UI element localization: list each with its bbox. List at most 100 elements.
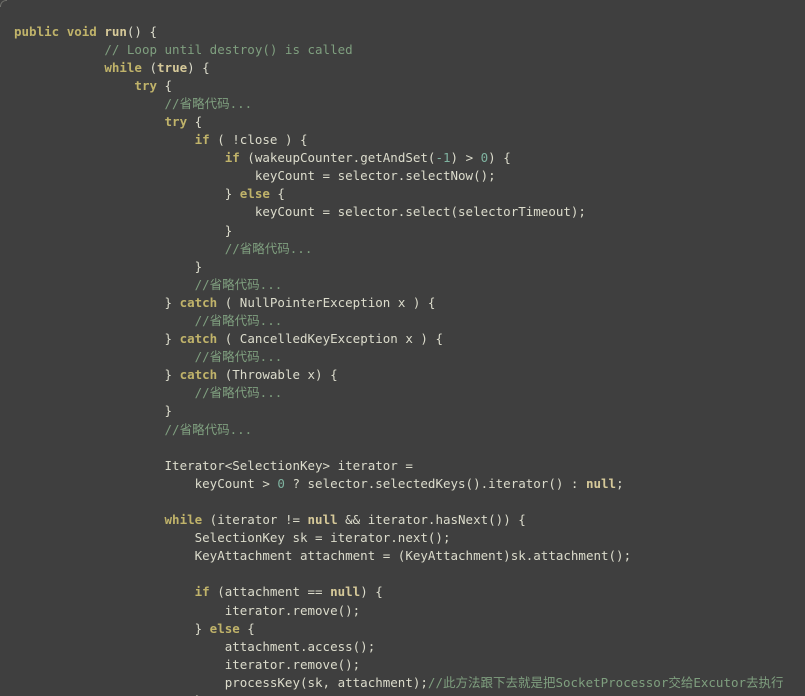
code-token-comment: //此方法跟下去就是把SocketProcessor交给Excutor去执行: [427, 674, 784, 690]
code-line: }: [14, 692, 805, 696]
code-line: } catch ( NullPointerException x ) {: [14, 294, 805, 312]
code-token-kw: try: [164, 113, 188, 129]
code-line: keyCount = selector.selectNow();: [14, 167, 805, 185]
code-token-plain: }: [14, 294, 180, 310]
code-line: } else {: [14, 185, 805, 203]
code-line: if (wakeupCounter.getAndSet(-1) > 0) {: [14, 149, 805, 167]
code-token-kw: while: [104, 59, 142, 75]
code-line: //省略代码...: [14, 348, 805, 366]
code-token-plain: keyCount >: [14, 475, 278, 491]
code-token-plain: (Throwable x) {: [217, 367, 338, 383]
code-token-comment: //省略代码...: [194, 385, 283, 401]
code-line: processKey(sk, attachment);//此方法跟下去就是把So…: [14, 674, 805, 692]
code-token-plain: }: [14, 367, 180, 383]
code-token-plain: }: [14, 331, 180, 347]
code-token-num: 0: [277, 475, 285, 491]
code-token-comment: // Loop until destroy() is called: [104, 41, 353, 57]
code-token-plain: ? selector.selectedKeys().iterator() :: [284, 475, 586, 491]
code-token-plain: KeyAttachment attachment = (KeyAttachmen…: [14, 548, 632, 564]
code-token-plain: () {: [126, 23, 158, 39]
code-token-plain: {: [269, 186, 285, 202]
code-line: KeyAttachment attachment = (KeyAttachmen…: [14, 547, 805, 565]
code-token-plain: processKey(sk, attachment);: [14, 674, 428, 690]
code-token-plain: iterator.remove();: [14, 656, 361, 672]
code-token-plain: {: [187, 113, 203, 129]
code-token-plain: ) >: [450, 150, 481, 166]
code-token-plain: ) {: [488, 150, 511, 166]
code-line: iterator.remove();: [14, 602, 805, 620]
code-token-plain: attachment.access();: [14, 638, 376, 654]
code-line: keyCount = selector.select(selectorTimeo…: [14, 203, 805, 221]
code-token-const: null: [585, 475, 617, 491]
code-token-plain: (: [141, 59, 158, 75]
code-line: } else {: [14, 620, 805, 638]
code-token-plain: ( NullPointerException x ) {: [217, 294, 436, 310]
code-token-plain: iterator.remove();: [14, 602, 361, 618]
code-token-kw: if: [194, 132, 210, 148]
code-line: // Loop until destroy() is called: [14, 41, 805, 59]
code-line: keyCount > 0 ? selector.selectedKeys().i…: [14, 475, 805, 493]
code-token-num: -1: [435, 150, 451, 166]
code-line: SelectionKey sk = iterator.next();: [14, 529, 805, 547]
code-token-kw: catch: [179, 367, 218, 383]
code-token-const: true: [157, 59, 188, 75]
code-token-plain: keyCount = selector.select(selectorTimeo…: [14, 204, 586, 220]
code-token-plain: SelectionKey sk = iterator.next();: [14, 530, 451, 546]
code-token-plain: }: [14, 222, 233, 238]
code-snippet-panel: public void run() { // Loop until destro…: [0, 0, 805, 696]
code-line: if (attachment == null) {: [14, 583, 805, 601]
code-token-kw: if: [224, 150, 240, 166]
code-line: //省略代码...: [14, 421, 805, 439]
code-line: try {: [14, 77, 805, 95]
code-token-plain: ) {: [187, 59, 210, 75]
code-line: } catch ( CancelledKeyException x ) {: [14, 330, 805, 348]
code-lines-container[interactable]: public void run() { // Loop until destro…: [0, 13, 805, 696]
code-line: } catch (Throwable x) {: [14, 366, 805, 384]
code-line: //省略代码...: [14, 312, 805, 330]
code-token-plain: (attachment ==: [209, 584, 331, 600]
code-token-kw: catch: [179, 294, 218, 310]
code-token-comment: //省略代码...: [164, 95, 253, 111]
code-line: if ( !close ) {: [14, 131, 805, 149]
code-token-comment: //省略代码...: [194, 349, 283, 365]
code-token-comment: //省略代码...: [224, 240, 313, 256]
code-line: attachment.access();: [14, 638, 805, 656]
code-token-kw: else: [239, 186, 270, 202]
code-line: while (iterator != null && iterator.hasN…: [14, 511, 805, 529]
code-token-kw: public: [14, 23, 60, 39]
code-token-kw: else: [209, 620, 240, 636]
code-token-const: run: [104, 23, 127, 39]
code-token-plain: {: [239, 620, 255, 636]
code-token-plain: keyCount = selector.selectNow();: [14, 168, 496, 184]
code-token-kw: while: [164, 512, 203, 528]
code-line: //省略代码...: [14, 95, 805, 113]
code-token-plain: ( !close ) {: [209, 132, 308, 148]
code-line: try {: [14, 113, 805, 131]
code-token-comment: //省略代码...: [164, 421, 253, 437]
code-token-plain: }: [14, 186, 240, 202]
code-token-plain: ;: [616, 475, 624, 491]
code-line: //省略代码...: [14, 276, 805, 294]
code-token-plain: && iterator.hasNext()) {: [337, 512, 526, 528]
code-token-plain: }: [14, 258, 203, 274]
code-token-kw: void: [66, 23, 97, 39]
code-token-plain: }: [14, 620, 210, 636]
code-line: iterator.remove();: [14, 656, 805, 674]
code-token-const: null: [330, 584, 361, 600]
code-line: }: [14, 258, 805, 276]
